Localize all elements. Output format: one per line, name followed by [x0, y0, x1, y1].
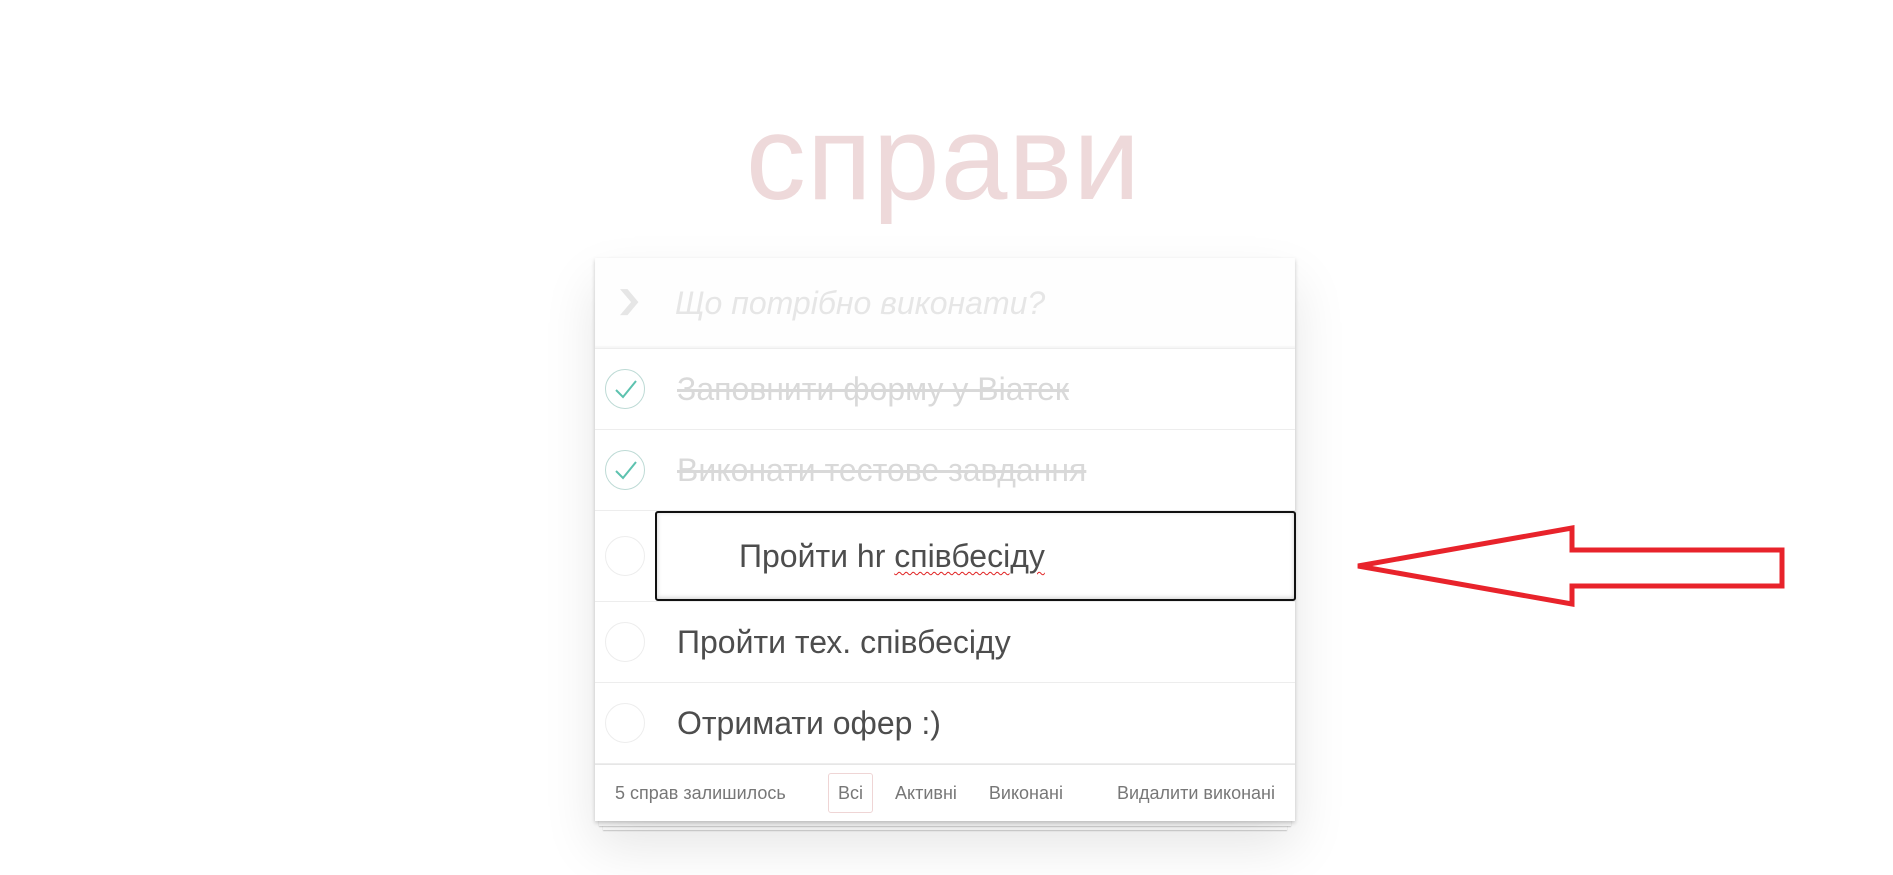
list-item[interactable]: Заповнити форму у Віатек: [595, 349, 1295, 430]
arrow-left-icon: [1357, 525, 1785, 607]
toggle-checkbox[interactable]: [605, 536, 645, 576]
clear-completed-button[interactable]: Видалити виконані: [1117, 765, 1275, 821]
list-item[interactable]: Виконати тестове завдання: [595, 430, 1295, 511]
new-todo-row: ❯: [595, 258, 1295, 349]
checkmark-icon: [615, 380, 637, 399]
todo-label[interactable]: Пройти тех. співбесіду: [677, 602, 1011, 682]
chevron-down-icon[interactable]: ❯: [603, 280, 655, 320]
misspelled-word: співбесіду: [894, 538, 1045, 574]
todo-count: 5 справ залишилось: [615, 783, 786, 803]
toggle-checkbox[interactable]: [605, 369, 645, 409]
todo-footer: 5 справ залишилось Всі Активні Виконані …: [595, 764, 1295, 821]
list-item[interactable]: Пройти тех. співбесіду: [595, 602, 1295, 683]
filter-all[interactable]: Всі: [828, 773, 874, 813]
toggle-checkbox[interactable]: [605, 450, 645, 490]
todo-app: ❯ Заповнити форму у Віатек Виконати тест…: [595, 258, 1296, 821]
new-todo-input[interactable]: [675, 258, 1275, 348]
todo-label[interactable]: Заповнити форму у Віатек: [677, 349, 1069, 429]
checkmark-icon: [615, 461, 637, 480]
todo-label[interactable]: Отримати офер :): [677, 683, 941, 763]
edit-todo-input[interactable]: Пройти hr співбесіду: [655, 511, 1296, 601]
filter-completed[interactable]: Виконані: [979, 773, 1073, 813]
list-item-editing[interactable]: Пройти hr співбесіду: [595, 511, 1296, 602]
toggle-checkbox[interactable]: [605, 622, 645, 662]
filter-active[interactable]: Активні: [885, 773, 967, 813]
list-item[interactable]: Отримати офер :): [595, 683, 1295, 764]
toggle-checkbox[interactable]: [605, 703, 645, 743]
todo-list: Заповнити форму у Віатек Виконати тестов…: [595, 349, 1296, 764]
app-title: справи: [745, 91, 1142, 225]
edit-text: Пройти hr: [739, 538, 895, 574]
todo-label[interactable]: Виконати тестове завдання: [677, 430, 1086, 510]
filters: Всі Активні Виконані: [828, 773, 1079, 813]
